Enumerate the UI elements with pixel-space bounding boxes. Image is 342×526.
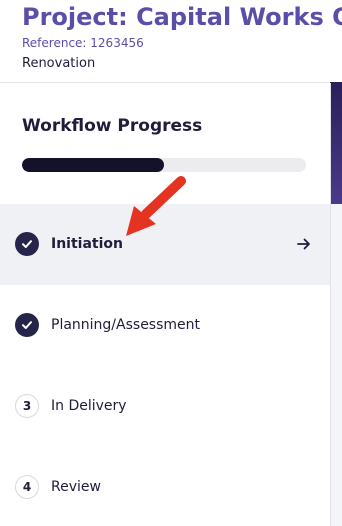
workflow-steps: Initiation Planning/Assessment 3 In Deli… [0,204,330,526]
workflow-step-in-delivery[interactable]: 3 In Delivery [0,366,330,447]
workflow-step-label: Review [51,479,101,495]
page: Project: Capital Works Oc Reference: 126… [0,0,342,526]
content-panel-edge [330,204,342,526]
workflow-step-initiation[interactable]: Initiation [0,204,330,285]
workflow-step-label: In Delivery [51,398,127,414]
project-reference: Reference: 1263456 [22,36,144,50]
step-number-badge: 3 [15,394,39,418]
step-number-badge: 4 [15,475,39,499]
workflow-step-planning-assessment[interactable]: Planning/Assessment [0,285,330,366]
project-title: Project: Capital Works Oc [22,3,342,31]
check-icon [15,313,39,337]
project-header: Project: Capital Works Oc Reference: 126… [0,0,342,83]
workflow-progress-header: Workflow Progress [0,83,330,205]
check-icon [15,232,39,256]
workflow-step-review[interactable]: 4 Review [0,447,330,526]
workflow-progress-title: Workflow Progress [22,116,203,136]
workflow-step-label: Planning/Assessment [51,317,201,333]
workflow-step-label: Initiation [51,236,123,252]
arrow-right-icon[interactable] [296,235,312,253]
content-banner-edge [330,82,342,204]
workflow-sidebar: Workflow Progress Initiation Planning/As… [0,83,331,526]
workflow-progress-fill [22,158,164,172]
project-category: Renovation [22,56,96,71]
workflow-progress-bar [22,158,306,172]
